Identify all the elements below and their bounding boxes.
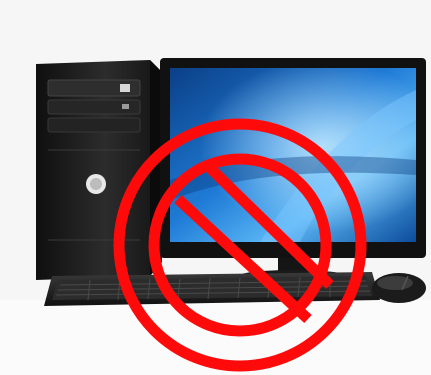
desktop-computer-prohibited-image: [0, 0, 431, 375]
mouse: [372, 273, 426, 303]
drive-button-icon: [120, 84, 130, 92]
scene-svg: [0, 0, 431, 375]
drive-led-icon: [122, 104, 129, 109]
drive-bay: [47, 117, 141, 133]
